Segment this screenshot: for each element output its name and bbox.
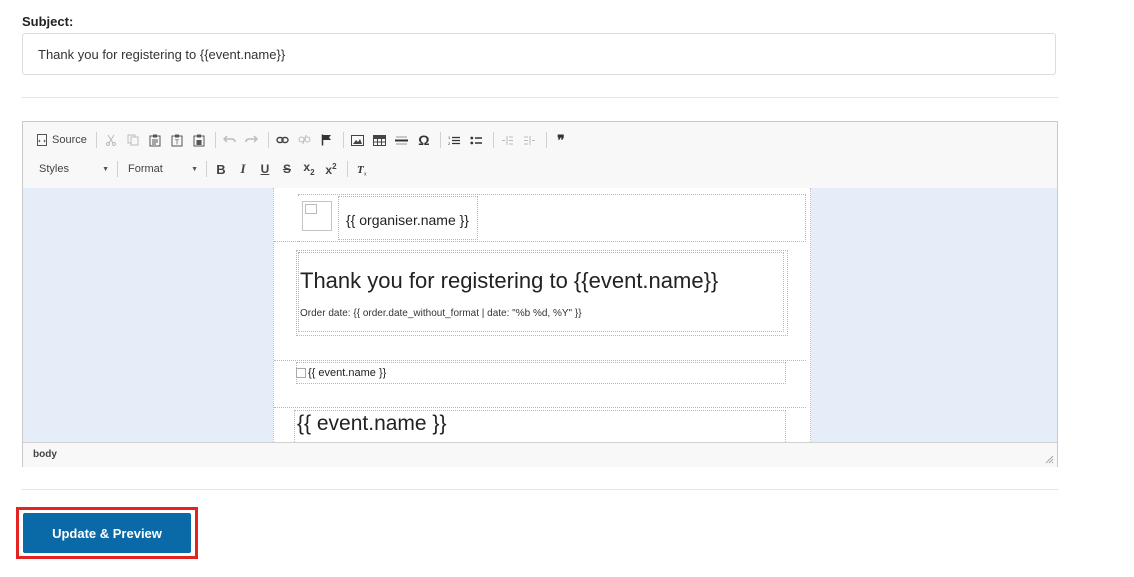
email-template: {{ organiser.name }} Thank you for regis…: [273, 188, 811, 442]
toolbar-separator: [95, 132, 97, 148]
flag-icon: [322, 134, 332, 146]
bold-button[interactable]: B: [211, 158, 231, 180]
event-name-heading: {{ event.name }}: [297, 412, 447, 435]
toolbar-separator: [267, 132, 269, 148]
toolbar-separator: [492, 132, 494, 148]
svg-text:x: x: [364, 171, 367, 176]
paste-icon: [149, 134, 161, 146]
resize-handle-icon[interactable]: [1044, 454, 1054, 464]
undo-button[interactable]: [220, 129, 240, 151]
anchor-button[interactable]: [317, 129, 337, 151]
indent-button[interactable]: [520, 129, 540, 151]
format-dropdown[interactable]: Format ▼: [122, 159, 202, 179]
link-icon: [276, 136, 290, 144]
italic-button[interactable]: I: [233, 158, 253, 180]
email-title: Thank you for registering to {{event.nam…: [300, 268, 719, 293]
divider-top: [22, 97, 1058, 98]
broken-image-icon: [296, 368, 306, 378]
toolbar-separator: [347, 161, 348, 177]
toolbar-separator: [342, 132, 344, 148]
underline-icon: U: [260, 162, 270, 176]
toolbar-separator: [117, 161, 118, 177]
svg-text:2: 2: [448, 141, 451, 146]
order-date: Order date: {{ order.date_without_format…: [300, 308, 582, 319]
bullet-list-icon: [470, 136, 483, 144]
copy-icon: [127, 134, 139, 146]
omega-icon: Ω: [418, 132, 430, 148]
indent-icon: [524, 135, 536, 145]
quote-icon: ❞: [557, 131, 565, 148]
remove-format-icon: Tx: [357, 164, 367, 176]
image-icon: [351, 134, 365, 146]
event-banner-alt: {{ event.name }}: [308, 367, 387, 379]
format-label: Format: [128, 163, 163, 175]
editor-toolbar: Source T Ω 1 2 ❞ Styles ▼ Format ▼ B I U…: [23, 122, 1057, 189]
chevron-down-icon: ▼: [191, 165, 198, 173]
paste-text-icon: T: [171, 134, 183, 146]
editor-statusbar: body: [23, 442, 1057, 467]
outdent-icon: [502, 135, 514, 145]
horizontal-line-button[interactable]: [392, 129, 412, 151]
remove-format-button[interactable]: Tx: [352, 158, 372, 180]
toolbar-row-2: Styles ▼ Format ▼ B I U S x2 x2 Tx: [33, 158, 374, 180]
link-button[interactable]: [273, 129, 293, 151]
svg-text:T: T: [175, 139, 180, 146]
event-banner-image[interactable]: {{ event.name }}: [296, 367, 386, 379]
toolbar-separator: [214, 132, 216, 148]
special-char-button[interactable]: Ω: [414, 129, 434, 151]
subscript-mark: 2: [310, 167, 315, 177]
paste-word-icon: [193, 134, 205, 146]
organiser-name: {{ organiser.name }}: [346, 212, 469, 228]
rich-text-editor: Source T Ω 1 2 ❞ Styles ▼ Format ▼ B I U…: [22, 121, 1058, 467]
subject-label: Subject:: [22, 14, 74, 29]
undo-icon: [223, 135, 237, 143]
paste-button[interactable]: [145, 129, 165, 151]
numbered-list-icon: 12: [448, 135, 461, 146]
paste-word-button[interactable]: [189, 129, 209, 151]
svg-text:1: 1: [448, 135, 451, 140]
scissors-icon: [105, 134, 116, 146]
subscript-icon: x2: [303, 160, 314, 177]
numbered-list-button[interactable]: 12: [445, 129, 465, 151]
toolbar-separator: [545, 132, 547, 148]
paste-text-button[interactable]: T: [167, 129, 187, 151]
image-button[interactable]: [348, 129, 368, 151]
table-icon: [373, 134, 387, 146]
cut-button[interactable]: [101, 129, 121, 151]
element-path-body[interactable]: body: [33, 449, 57, 460]
redo-button[interactable]: [242, 129, 262, 151]
strikethrough-icon: S: [282, 162, 291, 176]
outdent-button[interactable]: [498, 129, 518, 151]
italic-icon: I: [240, 161, 246, 176]
underline-button[interactable]: U: [255, 158, 275, 180]
superscript-button[interactable]: x2: [321, 158, 341, 180]
styles-label: Styles: [39, 163, 69, 175]
toolbar-separator: [439, 132, 441, 148]
redo-icon: [245, 135, 259, 143]
bold-icon: B: [216, 161, 226, 177]
unlink-button[interactable]: [295, 129, 315, 151]
toolbar-separator: [206, 161, 207, 177]
update-preview-button[interactable]: Update & Preview: [23, 513, 191, 553]
source-button[interactable]: Source: [33, 129, 90, 151]
divider-bottom: [22, 489, 1058, 490]
subscript-button[interactable]: x2: [299, 158, 319, 180]
bullet-list-button[interactable]: [467, 129, 487, 151]
toolbar-row-1: Source T Ω 1 2 ❞: [33, 129, 573, 151]
horizontal-line-icon: [395, 136, 409, 144]
source-label: Source: [52, 134, 87, 146]
organiser-logo-image[interactable]: [302, 201, 332, 231]
editor-content-area[interactable]: {{ organiser.name }} Thank you for regis…: [23, 188, 1057, 442]
chevron-down-icon: ▼: [102, 165, 109, 173]
source-icon: [37, 134, 47, 146]
table-button[interactable]: [370, 129, 390, 151]
blockquote-button[interactable]: ❞: [551, 129, 571, 151]
styles-dropdown[interactable]: Styles ▼: [33, 159, 113, 179]
strikethrough-button[interactable]: S: [277, 158, 297, 180]
superscript-mark: 2: [332, 162, 337, 171]
copy-button[interactable]: [123, 129, 143, 151]
unlink-icon: [298, 135, 311, 145]
superscript-icon: x2: [325, 161, 336, 177]
subject-input[interactable]: [22, 33, 1056, 75]
